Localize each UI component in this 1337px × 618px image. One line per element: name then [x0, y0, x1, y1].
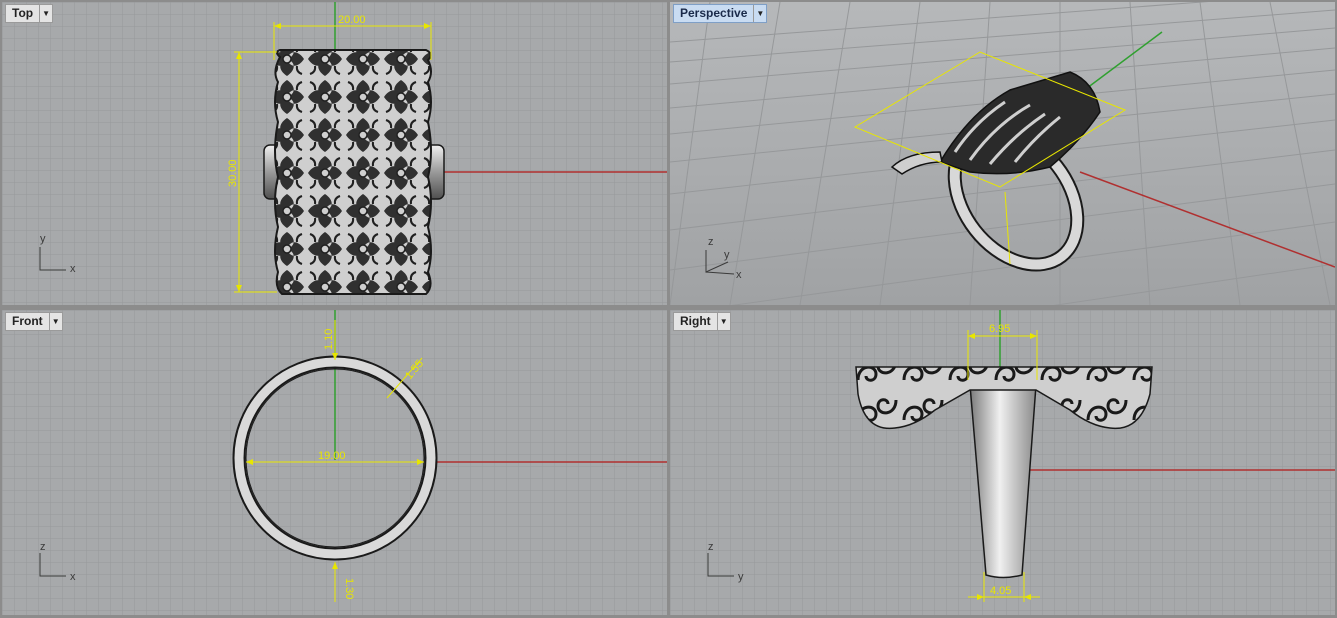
viewport-title: Front	[12, 314, 43, 328]
chevron-down-icon[interactable]: ▼	[48, 313, 62, 330]
dim-height: 30.00	[227, 159, 239, 187]
svg-text:z: z	[708, 236, 714, 248]
dim-top-width: 6.95	[989, 323, 1010, 335]
svg-text:x: x	[70, 571, 76, 583]
viewport-title: Right	[680, 314, 711, 328]
viewport-top[interactable]: 20.00 30.00 y x Top ▼	[2, 2, 667, 305]
top-view-canvas[interactable]: 20.00 30.00 y x	[2, 2, 667, 305]
dim-diameter: 19.00	[318, 450, 346, 462]
filigree-panel[interactable]	[274, 49, 432, 295]
svg-text:x: x	[70, 263, 76, 275]
svg-text:y: y	[738, 571, 744, 583]
viewport-tab-right[interactable]: Right ▼	[673, 312, 731, 331]
right-view-canvas[interactable]: 6.95 4.05 z y	[670, 310, 1335, 615]
svg-text:x: x	[736, 269, 742, 281]
svg-text:y: y	[724, 249, 730, 261]
viewport-title: Perspective	[680, 6, 748, 20]
front-view-canvas[interactable]: 1.10 1.55 19.00 1.30 z x	[2, 310, 667, 615]
chevron-down-icon[interactable]: ▼	[39, 5, 52, 22]
dim-bottom-thickness: 1.30	[343, 578, 355, 599]
dim-bottom-width: 4.05	[990, 585, 1011, 597]
perspective-view-canvas[interactable]: z y x	[670, 2, 1335, 305]
chevron-down-icon[interactable]: ▼	[716, 313, 730, 330]
svg-text:y: y	[40, 233, 46, 245]
dim-top-thickness: 1.10	[323, 329, 335, 350]
viewport-front[interactable]: 1.10 1.55 19.00 1.30 z x Front ▼	[2, 310, 667, 615]
viewport-tab-front[interactable]: Front ▼	[5, 312, 63, 331]
svg-text:z: z	[708, 541, 714, 553]
svg-text:z: z	[40, 541, 46, 553]
chevron-down-icon[interactable]: ▼	[753, 5, 766, 22]
viewport-tab-top[interactable]: Top ▼	[5, 4, 54, 23]
viewport-tab-perspective[interactable]: Perspective ▼	[673, 4, 768, 23]
dim-width: 20.00	[338, 14, 366, 26]
viewport-title: Top	[12, 6, 34, 20]
viewport-perspective[interactable]: z y x Perspective ▼	[670, 2, 1335, 305]
viewport-right[interactable]: 6.95 4.05 z y Right ▼	[670, 310, 1335, 615]
